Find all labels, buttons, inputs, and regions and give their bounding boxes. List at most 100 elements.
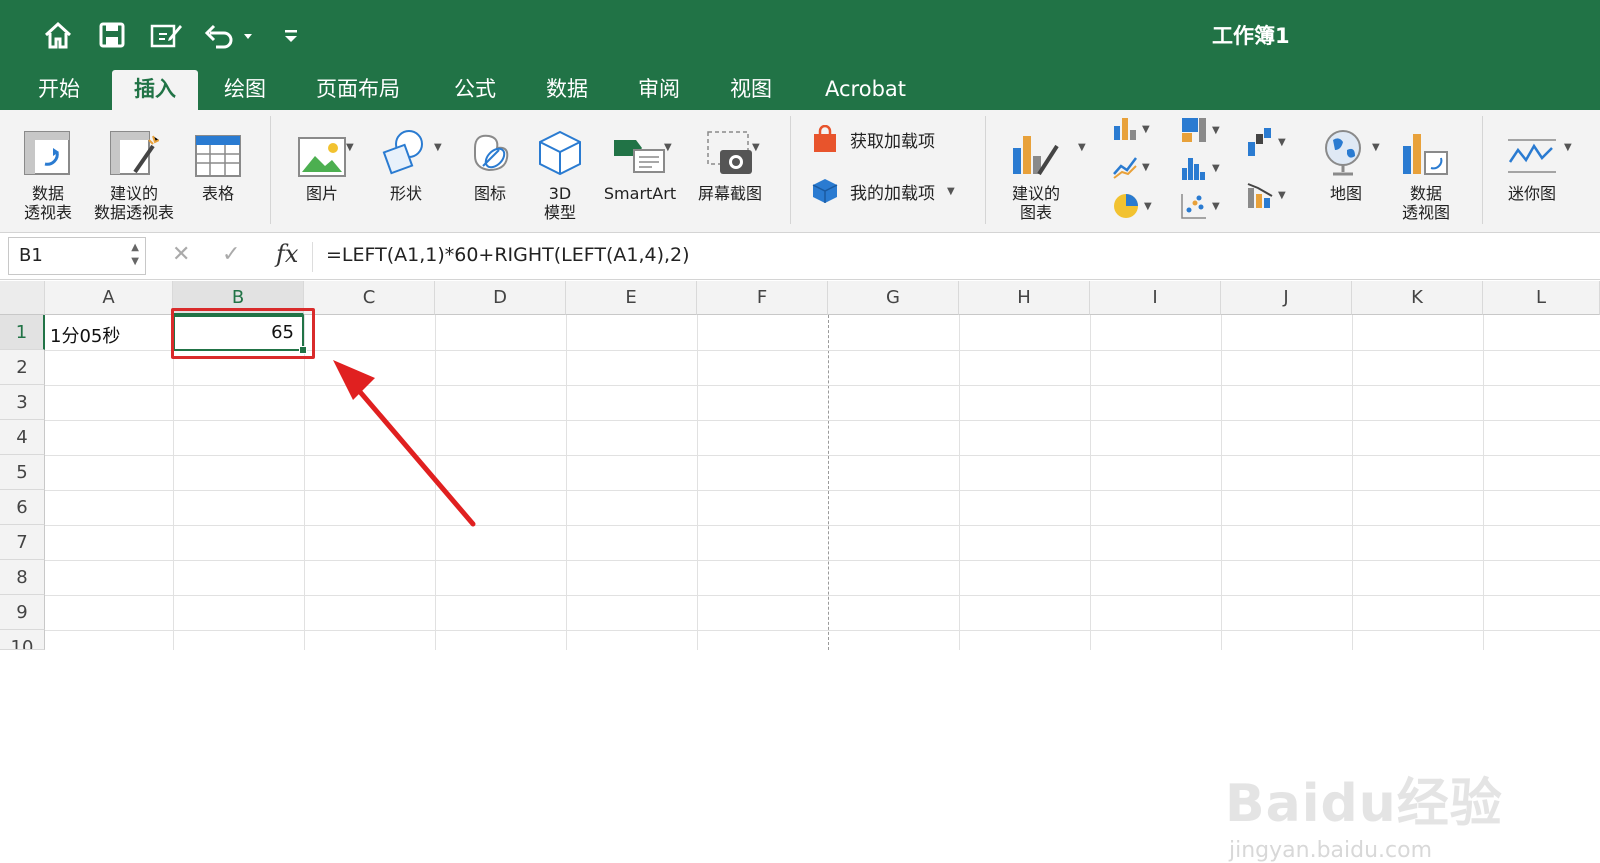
recommended-charts-dropdown-icon[interactable]: ▼ <box>1078 142 1086 153</box>
confirm-icon[interactable]: ✓ <box>222 242 240 267</box>
column-chart-dropdown-icon[interactable]: ▼ <box>1142 124 1150 135</box>
row-header-1[interactable]: 1 <box>0 315 45 350</box>
table-button[interactable]: 表格 <box>190 120 246 203</box>
row-header-7[interactable]: 7 <box>0 525 45 560</box>
tab-home[interactable]: 开始 <box>18 70 100 110</box>
row-header-8[interactable]: 8 <box>0 560 45 595</box>
undo-icon[interactable] <box>200 17 256 53</box>
line-chart-button[interactable]: ▼ <box>1112 154 1150 180</box>
sparklines-button[interactable]: 迷你图 <box>1500 120 1564 203</box>
waterfall-chart-icon <box>1248 128 1271 156</box>
column-header-g[interactable]: G <box>828 281 959 315</box>
tab-page-layout[interactable]: 页面布局 <box>296 70 420 110</box>
maps-dropdown-icon[interactable]: ▼ <box>1372 142 1380 153</box>
tab-view[interactable]: 视图 <box>710 70 792 110</box>
table-label: 表格 <box>201 184 234 203</box>
recommended-pivot-button[interactable]: 建议的 数据透视表 <box>88 120 180 222</box>
pie-chart-icon <box>1114 194 1138 218</box>
get-addins-button[interactable]: 获取加载项 <box>810 124 935 154</box>
scatter-chart-button[interactable]: ▼ <box>1180 192 1220 220</box>
hierarchy-chart-button[interactable]: ▼ <box>1180 116 1220 144</box>
row-header-4[interactable]: 4 <box>0 420 45 455</box>
waterfall-chart-button[interactable]: ▼ <box>1246 126 1286 158</box>
column-header-k[interactable]: K <box>1352 281 1483 315</box>
grid-line <box>45 490 1600 491</box>
cancel-icon[interactable]: ✕ <box>172 242 190 267</box>
line-chart-dropdown-icon[interactable]: ▼ <box>1142 162 1150 173</box>
my-addins-button[interactable]: 我的加载项 ▼ <box>810 176 955 206</box>
tab-acrobat[interactable]: Acrobat <box>805 70 926 110</box>
row-header-2[interactable]: 2 <box>0 350 45 385</box>
scatter-chart-dropdown-icon[interactable]: ▼ <box>1212 201 1220 212</box>
pie-chart-button[interactable]: ▼ <box>1112 192 1152 220</box>
column-header-a[interactable]: A <box>45 281 173 315</box>
statistic-chart-button[interactable]: ▼ <box>1180 154 1220 182</box>
name-box-value: B1 <box>19 245 43 266</box>
column-header-c[interactable]: C <box>304 281 435 315</box>
formula-input[interactable]: =LEFT(A1,1)*60+RIGHT(LEFT(A1,4),2) <box>326 244 690 266</box>
customize-icon[interactable] <box>276 17 306 53</box>
hierarchy-chart-dropdown-icon[interactable]: ▼ <box>1212 125 1220 136</box>
combo-chart-icon <box>1247 183 1273 208</box>
smartart-dropdown-icon[interactable]: ▼ <box>664 142 672 153</box>
3d-model-button[interactable]: 3D 模型 <box>532 120 588 222</box>
row-header-9[interactable]: 9 <box>0 595 45 630</box>
row-header-5[interactable]: 5 <box>0 455 45 490</box>
column-header-l[interactable]: L <box>1483 281 1600 315</box>
select-all-corner[interactable] <box>0 281 45 315</box>
icons-button[interactable]: 图标 <box>460 120 520 203</box>
shapes-button[interactable]: 形状 <box>374 120 438 203</box>
combo-chart-button[interactable]: ▼ <box>1246 180 1286 210</box>
my-addins-dropdown-icon[interactable]: ▼ <box>947 186 955 197</box>
statistic-chart-icon <box>1182 158 1205 180</box>
row-header-6[interactable]: 6 <box>0 490 45 525</box>
edit-icon[interactable] <box>146 17 186 53</box>
pivot-chart-button[interactable]: 数据 透视图 <box>1394 120 1458 222</box>
pie-chart-dropdown-icon[interactable]: ▼ <box>1144 201 1152 212</box>
column-header-e[interactable]: E <box>566 281 697 315</box>
get-addins-label: 获取加载项 <box>850 131 935 152</box>
name-box-spinner-icon[interactable]: ▲ ▼ <box>131 241 139 269</box>
column-header-j[interactable]: J <box>1221 281 1352 315</box>
recommended-charts-button[interactable]: 建议的 图表 <box>1004 120 1068 222</box>
column-chart-button[interactable]: ▼ <box>1112 116 1150 142</box>
tab-draw[interactable]: 绘图 <box>204 70 286 110</box>
sparklines-dropdown-icon[interactable]: ▼ <box>1564 142 1572 153</box>
window-title: 工作簿1 <box>1212 24 1290 48</box>
save-icon[interactable] <box>94 17 130 53</box>
tab-formulas[interactable]: 公式 <box>434 70 516 110</box>
pictures-button[interactable]: 图片 <box>290 120 354 203</box>
annotation-highlight-box <box>171 308 315 359</box>
sparklines-label: 迷你图 <box>1507 184 1556 203</box>
name-box[interactable]: B1 ▲ ▼ <box>8 237 146 275</box>
maps-button[interactable]: 地图 <box>1318 120 1374 203</box>
annotation-arrow-icon <box>333 360 476 527</box>
grid-line <box>1090 315 1091 650</box>
statistic-chart-dropdown-icon[interactable]: ▼ <box>1212 163 1220 174</box>
tab-review[interactable]: 审阅 <box>618 70 700 110</box>
pictures-label: 图片 <box>305 184 338 203</box>
tab-data[interactable]: 数据 <box>526 70 608 110</box>
pictures-dropdown-icon[interactable]: ▼ <box>346 142 354 153</box>
worksheet-grid[interactable]: A B C D E F G H I J K L 1 2 3 4 5 6 7 8 … <box>0 281 1600 863</box>
column-header-h[interactable]: H <box>959 281 1090 315</box>
icons-icon <box>462 120 518 178</box>
row-header-10[interactable]: 10 <box>0 630 45 650</box>
shapes-dropdown-icon[interactable]: ▼ <box>434 142 442 153</box>
cell-a1[interactable]: 1分05秒 <box>50 322 120 348</box>
column-header-f[interactable]: F <box>697 281 828 315</box>
screenshot-button[interactable]: 屏幕截图 <box>690 120 770 203</box>
combo-chart-dropdown-icon[interactable]: ▼ <box>1278 190 1286 201</box>
waterfall-chart-dropdown-icon[interactable]: ▼ <box>1278 137 1286 148</box>
insert-function-icon[interactable]: fx <box>276 240 298 268</box>
addins-cube-icon <box>810 176 840 206</box>
table-icon <box>190 120 246 178</box>
pivot-table-button[interactable]: 数据 透视表 <box>18 120 78 222</box>
column-header-d[interactable]: D <box>435 281 566 315</box>
smartart-button[interactable]: SmartArt <box>600 120 680 203</box>
row-header-3[interactable]: 3 <box>0 385 45 420</box>
tab-insert[interactable]: 插入 <box>112 70 198 110</box>
column-header-i[interactable]: I <box>1090 281 1221 315</box>
home-icon[interactable] <box>40 17 76 53</box>
screenshot-dropdown-icon[interactable]: ▼ <box>752 142 760 153</box>
